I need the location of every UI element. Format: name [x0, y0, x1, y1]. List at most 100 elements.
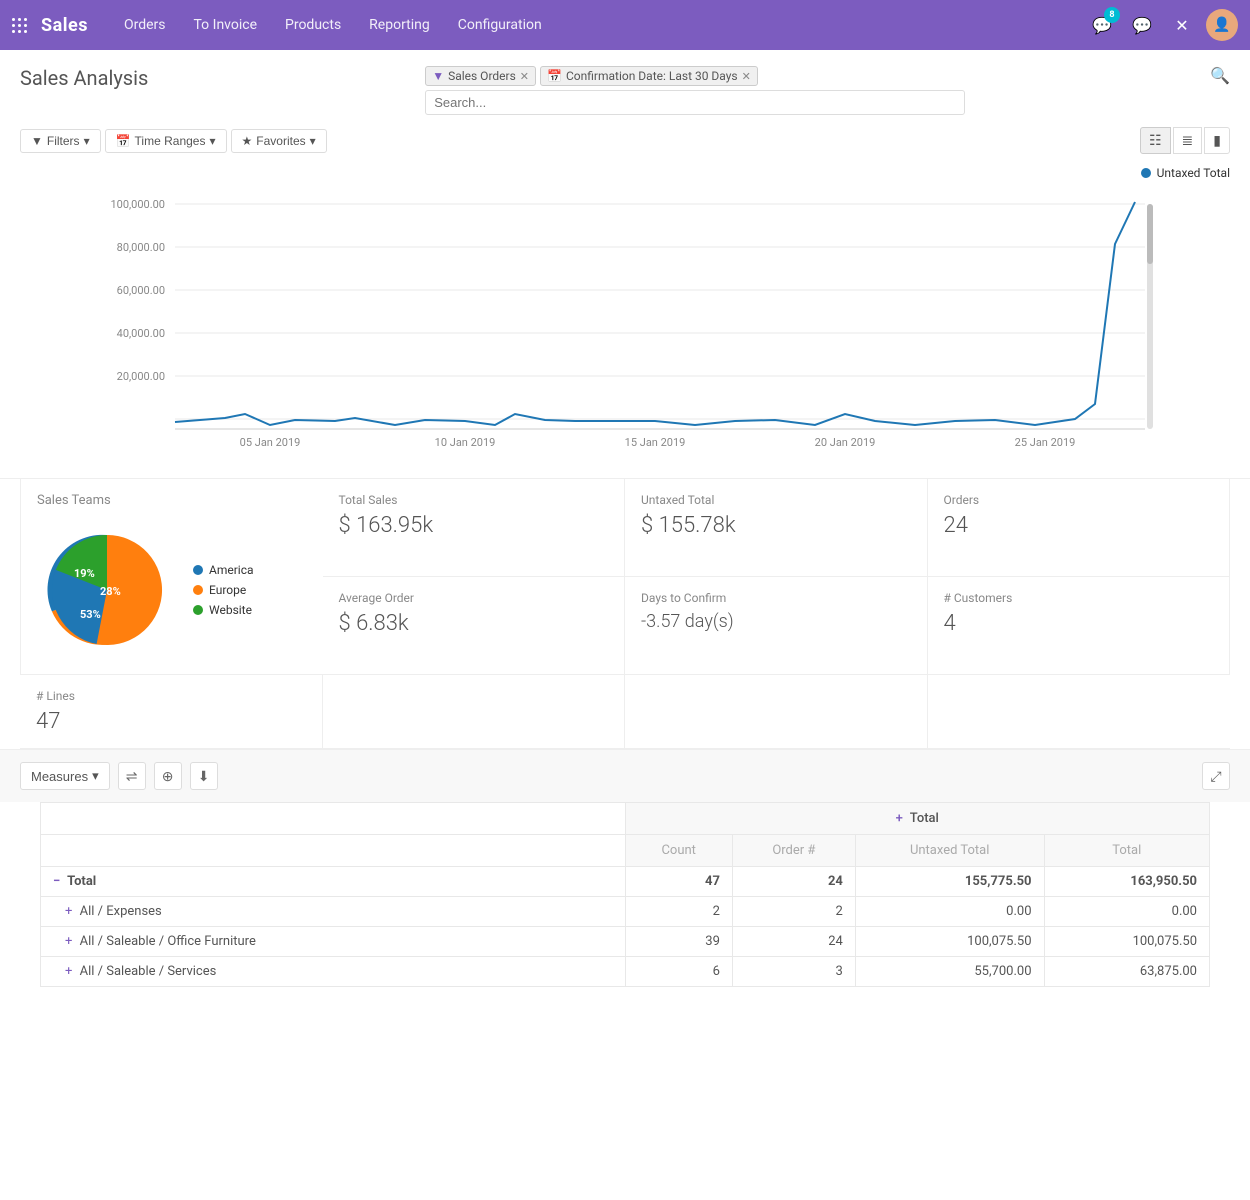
stats-section: Total Sales $ 163.95k Untaxed Total $ 15…	[0, 478, 1250, 749]
notification-icon[interactable]: 💬 8	[1086, 9, 1118, 41]
europe-dot	[193, 585, 203, 595]
expenses-order: 2	[732, 897, 855, 927]
total-total: 163,950.50	[1044, 867, 1209, 897]
flip-axis-button[interactable]: ⇌	[118, 762, 146, 790]
measures-chevron-icon: ▾	[92, 768, 99, 784]
pivot-total-row: − Total 47 24 155,775.50 163,950.50	[41, 867, 1210, 897]
customers-label: # Customers	[944, 591, 1214, 605]
stat-empty-3	[928, 675, 1231, 749]
svg-text:28%: 28%	[100, 585, 121, 598]
time-chevron: ▾	[209, 134, 215, 148]
expenses-untaxed: 0.00	[855, 897, 1044, 927]
total-untaxed: 155,775.50	[855, 867, 1044, 897]
svg-text:20,000.00: 20,000.00	[117, 370, 165, 383]
measures-button[interactable]: Measures ▾	[20, 762, 110, 790]
website-label: Website	[209, 603, 252, 617]
svg-text:40,000.00: 40,000.00	[117, 327, 165, 340]
pie-chart: 53% 28% 19%	[37, 520, 177, 660]
svg-text:20 Jan 2019: 20 Jan 2019	[815, 436, 876, 449]
plus-services-icon[interactable]: +	[65, 964, 72, 979]
furniture-order: 24	[732, 927, 855, 957]
furniture-count: 39	[625, 927, 732, 957]
stat-avg-order: Average Order $ 6.83k	[323, 577, 626, 675]
favorites-button[interactable]: ★ Favorites ▾	[231, 129, 327, 153]
list-view-button[interactable]: ≣	[1173, 127, 1203, 154]
svg-text:80,000.00: 80,000.00	[117, 241, 165, 254]
menu-orders[interactable]: Orders	[112, 11, 178, 39]
untaxed-total-value: $ 155.78k	[641, 513, 911, 538]
avg-order-value: $ 6.83k	[339, 611, 609, 636]
services-label: + All / Saleable / Services	[41, 957, 626, 987]
filter-tag-date[interactable]: 📅 Confirmation Date: Last 30 Days ✕	[540, 66, 758, 86]
col-order: Order #	[732, 835, 855, 867]
minus-total-icon[interactable]: −	[53, 874, 60, 889]
svg-text:19%: 19%	[74, 567, 95, 580]
brand-name[interactable]: Sales	[41, 15, 88, 36]
untaxed-total-label: Untaxed Total	[641, 493, 911, 507]
svg-text:60,000.00: 60,000.00	[117, 284, 165, 297]
europe-label: Europe	[209, 583, 246, 597]
expand-all-button[interactable]: ⊕	[154, 762, 182, 790]
navbar: Sales Orders To Invoice Products Reporti…	[0, 0, 1250, 50]
time-ranges-button[interactable]: 📅 Time Ranges ▾	[105, 129, 227, 153]
plus-expenses-icon[interactable]: +	[65, 904, 72, 919]
plus-furniture-icon[interactable]: +	[65, 934, 72, 949]
calendar-icon: 📅	[547, 69, 562, 83]
filter-funnel-icon: ▼	[432, 69, 444, 83]
total-order: 24	[732, 867, 855, 897]
filter-tags: ▼ Sales Orders ✕ 📅 Confirmation Date: La…	[425, 66, 965, 86]
stat-customers: # Customers 4	[928, 577, 1231, 675]
top-bar: Sales Analysis ▼ Sales Orders ✕ 📅 Confir…	[0, 50, 1250, 123]
services-total: 63,875.00	[1044, 957, 1209, 987]
website-dot	[193, 605, 203, 615]
menu-to-invoice[interactable]: To Invoice	[182, 11, 270, 39]
chart-legend: Untaxed Total	[0, 162, 1250, 184]
col-count: Count	[625, 835, 732, 867]
measures-label: Measures	[31, 769, 88, 784]
furniture-total: 100,075.50	[1044, 927, 1209, 957]
search-input-row	[425, 90, 965, 115]
filters-button[interactable]: ▼ Filters ▾	[20, 129, 101, 153]
svg-text:05 Jan 2019: 05 Jan 2019	[240, 436, 301, 449]
svg-text:100,000.00: 100,000.00	[110, 198, 165, 211]
menu-configuration[interactable]: Configuration	[446, 11, 554, 39]
close-icon[interactable]: ✕	[1166, 9, 1198, 41]
bar-view-button[interactable]: ▮	[1204, 127, 1230, 154]
filter-tag-sales-orders[interactable]: ▼ Sales Orders ✕	[425, 66, 536, 86]
pivot-row-furniture: + All / Saleable / Office Furniture 39 2…	[41, 927, 1210, 957]
col-untaxed: Untaxed Total	[855, 835, 1044, 867]
pivot-sub-header-row: Count Order # Untaxed Total Total	[41, 835, 1210, 867]
remove-filter-tag-0[interactable]: ✕	[520, 70, 529, 83]
download-button[interactable]: ⬇	[190, 762, 218, 790]
sales-teams-card: Sales Teams	[20, 479, 323, 675]
legend-website: Website	[193, 603, 254, 617]
filters-chevron: ▾	[84, 134, 90, 148]
chat-icon[interactable]: 💬	[1126, 9, 1158, 41]
col-total: Total	[1044, 835, 1209, 867]
america-dot	[193, 565, 203, 575]
total-row-label: − Total	[41, 867, 626, 897]
days-confirm-value: -3.57 day(s)	[641, 611, 911, 632]
pivot-row-services: + All / Saleable / Services 6 3 55,700.0…	[41, 957, 1210, 987]
search-input[interactable]	[434, 95, 956, 110]
menu-reporting[interactable]: Reporting	[357, 11, 442, 39]
avatar[interactable]: 👤	[1206, 9, 1238, 41]
customers-value: 4	[944, 611, 1214, 636]
chart-container: 100,000.00 80,000.00 60,000.00 40,000.00…	[0, 184, 1250, 478]
svg-text:15 Jan 2019: 15 Jan 2019	[625, 436, 686, 449]
expenses-total: 0.00	[1044, 897, 1209, 927]
pivot-row-col	[41, 835, 626, 867]
plus-total-icon[interactable]: +	[896, 811, 903, 826]
menu-products[interactable]: Products	[273, 11, 353, 39]
pivot-col-header-row: + Total	[41, 803, 1210, 835]
pivot-toolbar: Measures ▾ ⇌ ⊕ ⬇ ⤢	[0, 749, 1250, 802]
svg-text:10 Jan 2019: 10 Jan 2019	[435, 436, 496, 449]
stat-empty-2	[625, 675, 928, 749]
chart-view-button[interactable]: ☷	[1140, 127, 1171, 154]
pie-and-legend: 53% 28% 19% America Europe Webs	[37, 520, 307, 660]
remove-filter-tag-1[interactable]: ✕	[742, 70, 751, 83]
apps-grid-icon[interactable]	[12, 18, 27, 33]
top-search-icon[interactable]: 🔍	[1210, 66, 1230, 85]
fullscreen-button[interactable]: ⤢	[1202, 762, 1230, 790]
pivot-row-header	[41, 803, 626, 835]
